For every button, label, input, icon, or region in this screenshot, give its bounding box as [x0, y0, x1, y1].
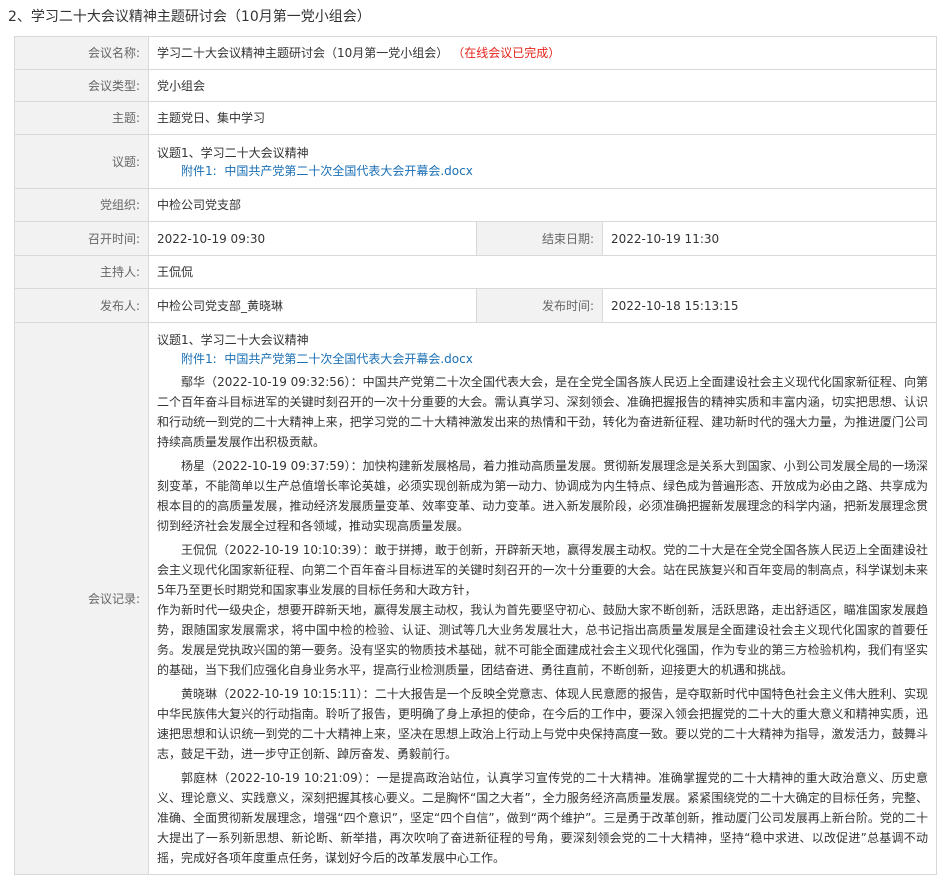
- attachment-prefix: 附件1:: [181, 163, 217, 178]
- meeting-name-cell: 学习二十大会议精神主题研讨会（10月第一党小组会） （在线会议已完成）: [147, 36, 938, 70]
- meeting-record: 议题1、学习二十大会议精神 附件1: 中国共产党第二十次全国代表大会开幕会.do…: [157, 326, 928, 868]
- record-entry: 王侃侃（2022-10-19 10:10:39）：敢于拼搏，敢于创新，开辟新天地…: [157, 540, 928, 600]
- meeting-theme: 主题党日、集中学习: [147, 101, 938, 135]
- meeting-start-time: 2022-10-19 09:30: [148, 221, 477, 256]
- label-publish-time: 发布时间:: [476, 288, 603, 323]
- record-entry: 黄晓琳（2022-10-19 10:15:11）：二十大报告是一个反映全党意志、…: [157, 684, 928, 764]
- record-agenda-title: 议题1、学习二十大会议精神: [157, 333, 309, 347]
- record-text: 一是提高政治站位，认真学习宣传党的二十大精神。准确掌握党的二十大精神的重大政治意…: [157, 771, 929, 865]
- record-entry: 杨星（2022-10-19 09:37:59）：加快构建新发展格局，着力推动高质…: [157, 456, 928, 536]
- record-attachment-name: 中国共产党第二十次全国代表大会开幕会.docx: [224, 352, 473, 366]
- meeting-status: （在线会议已完成）: [458, 46, 561, 60]
- label-meeting-name: 会议名称:: [14, 36, 149, 70]
- agenda-cell: 议题1、学习二十大会议精神 附件1: 中国共产党第二十次全国代表大会开幕会.do…: [147, 134, 938, 189]
- section-title: 2、学习二十大会议精神主题研讨会（10月第一党小组会）: [8, 9, 371, 25]
- meeting-org: 中检公司党支部: [147, 188, 938, 222]
- label-meeting-type: 会议类型:: [14, 69, 149, 102]
- meeting-end-date: 2022-10-19 11:30: [601, 221, 938, 256]
- label-org: 党组织:: [14, 188, 149, 222]
- record-entry-continuation: 作为新时代一级央企，想要开辟新天地，赢得发展主动权，我认为首先要坚守初心、鼓励大…: [157, 603, 929, 677]
- label-publisher: 发布人:: [14, 288, 149, 323]
- meeting-info-table: 会议名称: 学习二十大会议精神主题研讨会（10月第一党小组会） （在线会议已完成）…: [14, 36, 938, 875]
- label-start-time: 召开时间:: [14, 221, 149, 256]
- record-attachment-prefix: 附件1:: [181, 352, 217, 366]
- meeting-publisher: 中检公司党支部_黄晓琳: [148, 288, 477, 323]
- attachment-name: 中国共产党第二十次全国代表大会开幕会.docx: [224, 163, 473, 178]
- label-end-date: 结束日期:: [476, 221, 603, 256]
- agenda-title: 议题1、学习二十大会议精神: [157, 145, 309, 160]
- label-host: 主持人:: [14, 255, 149, 289]
- meeting-type: 党小组会: [147, 69, 938, 102]
- meeting-publish-time: 2022-10-18 15:13:15: [601, 288, 938, 323]
- record-speaker: 黄晓琳（2022-10-19 10:15:11）：: [181, 687, 375, 701]
- record-speaker: 郭庭林（2022-10-19 10:21:09）：: [181, 771, 377, 785]
- label-agenda: 议题:: [14, 134, 149, 189]
- record-speaker: 鄢华（2022-10-19 09:32:56）：: [181, 375, 363, 389]
- record-entry: 郭庭林（2022-10-19 10:21:09）：一是提高政治站位，认真学习宣传…: [157, 768, 928, 868]
- label-theme: 主题:: [14, 101, 149, 135]
- meeting-host: 王侃侃: [147, 255, 938, 289]
- agenda-attachment-link[interactable]: 附件1: 中国共产党第二十次全国代表大会开幕会.docx: [157, 162, 928, 180]
- record-attachment-link[interactable]: 附件1: 中国共产党第二十次全国代表大会开幕会.docx: [157, 350, 928, 368]
- label-record: 会议记录:: [14, 322, 149, 875]
- record-cell: 议题1、学习二十大会议精神 附件1: 中国共产党第二十次全国代表大会开幕会.do…: [147, 322, 938, 875]
- meeting-name: 学习二十大会议精神主题研讨会（10月第一党小组会）: [157, 46, 449, 60]
- record-speaker: 王侃侃（2022-10-19 10:10:39）：: [181, 543, 375, 557]
- record-speaker: 杨星（2022-10-19 09:37:59）：: [181, 459, 363, 473]
- record-entry: 鄢华（2022-10-19 09:32:56）：中国共产党第二十次全国代表大会，…: [157, 372, 928, 452]
